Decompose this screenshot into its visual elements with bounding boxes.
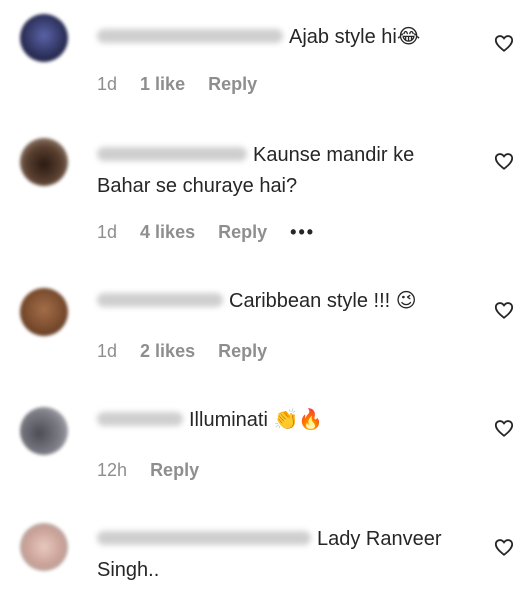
comment-time: 1d (97, 341, 118, 361)
comment-meta: 1d 4 likes Reply ••• (97, 222, 333, 243)
clap-fire-emoji: 👏🔥 (273, 409, 324, 431)
username[interactable] (97, 411, 183, 426)
comment-meta: 12h Reply (97, 460, 217, 481)
heart-outline-icon[interactable] (494, 419, 514, 437)
heart-outline-icon[interactable] (494, 301, 514, 319)
laughing-emoji: 😂 (396, 26, 421, 48)
heart-outline-icon[interactable] (494, 538, 514, 556)
comment-time: 12h (97, 460, 128, 480)
reply-button[interactable]: Reply (208, 74, 257, 94)
avatar[interactable] (20, 407, 68, 455)
comment-text-block: Kaunse mandir ke Bahar se churaye hai? (97, 140, 467, 202)
winking-emoji: 😉 (395, 290, 417, 312)
heart-outline-icon[interactable] (494, 152, 514, 170)
comment-text-block: Illuminati 👏🔥 (97, 405, 467, 436)
comment-likes[interactable]: 4 likes (140, 222, 195, 242)
comment-meta: 1d 2 likes Reply (97, 341, 285, 362)
avatar[interactable] (20, 138, 68, 186)
username[interactable] (97, 530, 311, 545)
avatar[interactable] (20, 523, 68, 571)
comment-text: Illuminati (189, 409, 274, 431)
comment-time: 1d (97, 222, 118, 242)
avatar[interactable] (20, 14, 68, 62)
comment-text-block: Lady Ranveer Singh.. (97, 524, 467, 586)
reply-button[interactable]: Reply (218, 222, 267, 242)
comment-text: Ajab style hi (289, 26, 397, 48)
username[interactable] (97, 146, 247, 161)
comment-text: Caribbean style !!! (229, 290, 396, 312)
reply-button[interactable]: Reply (150, 460, 199, 480)
comment-text-block: Caribbean style !!! 😉 (97, 286, 467, 317)
more-options-icon[interactable]: ••• (290, 222, 315, 242)
avatar[interactable] (20, 288, 68, 336)
username[interactable] (97, 292, 223, 307)
comment-time: 1d (97, 74, 118, 94)
comment-meta: 1d 1 like Reply (97, 74, 275, 95)
username[interactable] (97, 28, 283, 43)
comment-likes[interactable]: 1 like (140, 74, 185, 94)
comment-text-block: Ajab style hi😂 (97, 22, 467, 53)
heart-outline-icon[interactable] (494, 34, 514, 52)
reply-button[interactable]: Reply (218, 341, 267, 361)
comment-likes[interactable]: 2 likes (140, 341, 195, 361)
